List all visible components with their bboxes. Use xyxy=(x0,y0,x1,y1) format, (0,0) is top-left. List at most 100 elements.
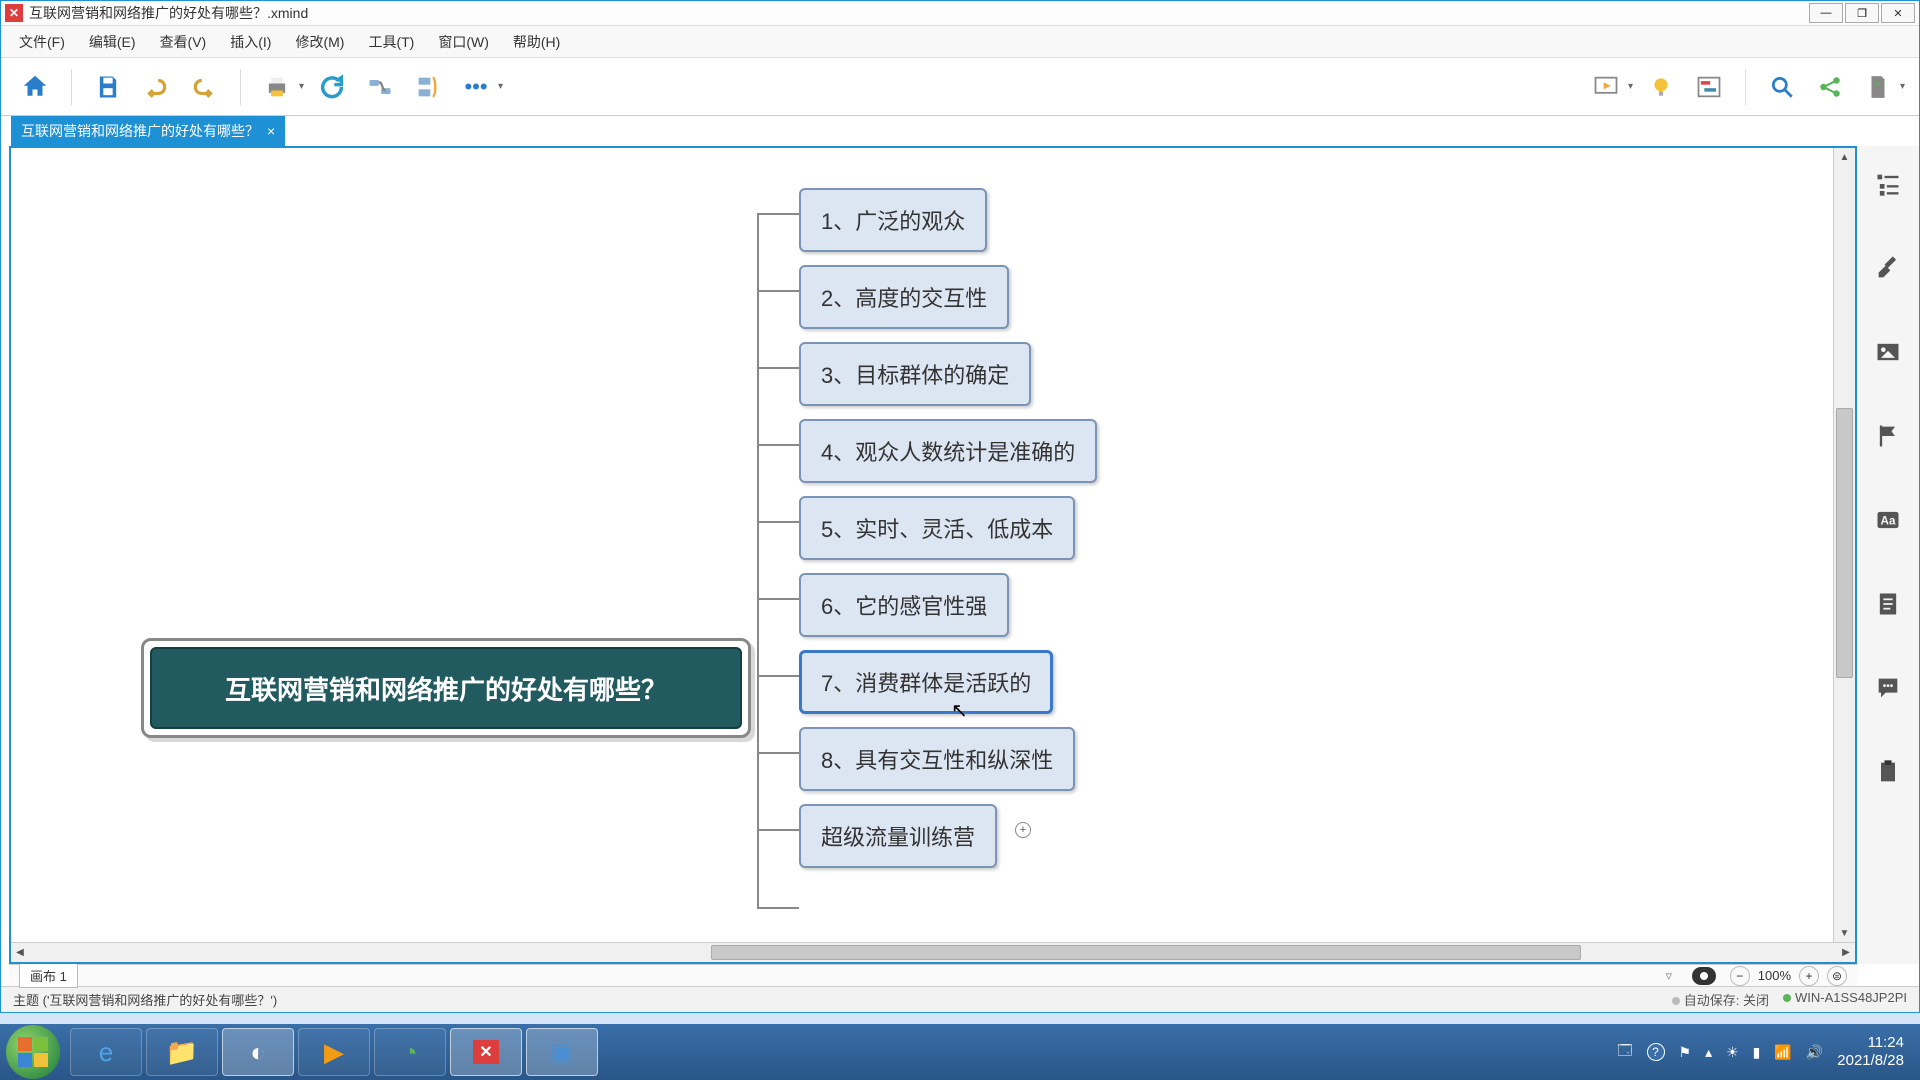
topic-label: 4、观众人数统计是准确的 xyxy=(821,440,1075,465)
undo-button[interactable] xyxy=(136,67,176,107)
menu-help[interactable]: 帮助(H) xyxy=(503,28,570,56)
search-button[interactable] xyxy=(1762,67,1802,107)
home-icon xyxy=(20,72,50,102)
undo-icon xyxy=(143,74,169,100)
central-topic[interactable]: 互联网营销和网络推广的好处有哪些？ xyxy=(141,638,751,738)
topic-node[interactable]: 6、它的感官性强 xyxy=(799,573,1009,637)
sheet-tab[interactable]: 画布 1 xyxy=(19,963,78,988)
menu-tools[interactable]: 工具(T) xyxy=(358,28,424,56)
font-icon: Aa xyxy=(1874,506,1902,534)
tray-work-icon[interactable]: 🗔 xyxy=(1617,1040,1632,1064)
tray-time: 11:24 xyxy=(1837,1034,1904,1052)
export-dropdown[interactable]: ▾ xyxy=(1858,67,1905,107)
zoom-value: 100% xyxy=(1758,968,1791,983)
boundary-icon xyxy=(414,73,442,101)
topic-node[interactable]: 5、实时、灵活、低成本 xyxy=(799,496,1075,560)
presentation-dropdown[interactable]: ▾ xyxy=(1586,67,1633,107)
home-button[interactable] xyxy=(15,67,55,107)
taskbar-xmind[interactable]: ✕ xyxy=(450,1028,522,1076)
tray-battery-icon[interactable]: ▮ xyxy=(1753,1044,1761,1061)
topic-node[interactable]: 超级流量训练营 xyxy=(799,804,997,868)
taskbar-browser[interactable]: ◐ xyxy=(222,1028,294,1076)
preview-toggle[interactable] xyxy=(1692,967,1716,985)
tray-help-icon[interactable]: ? xyxy=(1647,1043,1665,1061)
filter-icon[interactable]: ▿ xyxy=(1660,967,1678,985)
idea-button[interactable] xyxy=(1641,67,1681,107)
menu-modify[interactable]: 修改(M) xyxy=(285,28,354,56)
tray-up-icon[interactable]: ▴ xyxy=(1705,1044,1712,1061)
tray-flag-icon[interactable]: ⚑ xyxy=(1679,1044,1692,1061)
boundary-button[interactable] xyxy=(408,67,448,107)
autosave-status: 自动保存: 关闭 xyxy=(1672,990,1769,1009)
taskbar-explorer[interactable]: 📁 xyxy=(146,1028,218,1076)
menu-edit[interactable]: 编辑(E) xyxy=(79,28,146,56)
outline-panel-button[interactable] xyxy=(1870,166,1906,202)
tray-clock[interactable]: 11:24 2021/8/28 xyxy=(1837,1034,1904,1070)
chevron-down-icon: ▾ xyxy=(498,81,503,92)
menu-window[interactable]: 窗口(W) xyxy=(428,28,499,56)
close-button[interactable]: ✕ xyxy=(1881,3,1915,23)
minimize-button[interactable]: — xyxy=(1809,3,1843,23)
tray-volume-icon[interactable]: 🔊 xyxy=(1806,1044,1823,1061)
topic-node[interactable]: 4、观众人数统计是准确的 xyxy=(799,419,1097,483)
relationship-button[interactable] xyxy=(360,67,400,107)
document-tab[interactable]: 互联网营销和网络推广的好处有哪些？ × xyxy=(11,116,285,146)
topic-node[interactable]: 2、高度的交互性 xyxy=(799,265,1009,329)
outline-icon xyxy=(1874,170,1902,198)
maximize-button[interactable]: ❐ xyxy=(1845,3,1879,23)
relationship-icon xyxy=(366,73,394,101)
menu-insert[interactable]: 插入(I) xyxy=(220,28,281,56)
flag-icon xyxy=(1874,422,1902,450)
notes-panel-button[interactable] xyxy=(1870,586,1906,622)
topic-node[interactable]: 1、广泛的观众 xyxy=(799,188,987,252)
scroll-right-icon[interactable]: ▶ xyxy=(1837,943,1855,962)
scroll-thumb[interactable] xyxy=(711,945,1581,960)
menu-view[interactable]: 查看(V) xyxy=(150,28,217,56)
share-button[interactable] xyxy=(1810,67,1850,107)
zoom-in-button[interactable]: + xyxy=(1799,966,1819,986)
lightbulb-icon xyxy=(1648,74,1674,100)
topic-node[interactable]: 3、目标群体的确定 xyxy=(799,342,1031,406)
scroll-left-icon[interactable]: ◀ xyxy=(11,943,29,962)
scroll-down-icon[interactable]: ▼ xyxy=(1834,924,1855,942)
chat-app-icon: ◔ xyxy=(402,1037,418,1068)
vertical-scrollbar[interactable]: ▲ ▼ xyxy=(1833,148,1855,942)
print-dropdown[interactable]: ▾ xyxy=(257,67,304,107)
tray-weather-icon[interactable]: ☀ xyxy=(1726,1044,1739,1061)
start-button[interactable] xyxy=(6,1025,60,1079)
topic-label: 6、它的感官性强 xyxy=(821,594,987,619)
chevron-down-icon: ▾ xyxy=(1900,81,1905,92)
mindmap-canvas[interactable]: 互联网营销和网络推广的好处有哪些？ 1、广泛的观众 2、高度的交互性 3、目标群… xyxy=(11,148,1855,942)
marker-panel-button[interactable] xyxy=(1870,418,1906,454)
close-tab-icon[interactable]: × xyxy=(267,123,275,139)
taskbar-ie[interactable]: e xyxy=(70,1028,142,1076)
save-button[interactable] xyxy=(88,67,128,107)
dots-icon: ••• xyxy=(464,74,487,100)
zoom-out-button[interactable]: − xyxy=(1730,966,1750,986)
more-dropdown[interactable]: ••• ▾ xyxy=(456,67,503,107)
menu-file[interactable]: 文件(F) xyxy=(9,28,75,56)
tray-date: 2021/8/28 xyxy=(1837,1052,1904,1070)
redo-button[interactable] xyxy=(184,67,224,107)
task-panel-button[interactable] xyxy=(1870,754,1906,790)
gantt-button[interactable] xyxy=(1689,67,1729,107)
scroll-up-icon[interactable]: ▲ xyxy=(1834,148,1855,166)
refresh-button[interactable] xyxy=(312,67,352,107)
tray-network-icon[interactable]: 📶 xyxy=(1774,1044,1791,1061)
expand-collapse-icon[interactable]: + xyxy=(1015,822,1031,838)
taskbar-media[interactable]: ▶ xyxy=(298,1028,370,1076)
taskbar-chat[interactable]: ◔ xyxy=(374,1028,446,1076)
format-panel-button[interactable] xyxy=(1870,250,1906,286)
topic-node[interactable]: 8、具有交互性和纵深性 xyxy=(799,727,1075,791)
image-panel-button[interactable] xyxy=(1870,334,1906,370)
xmind-icon: ✕ xyxy=(473,1040,498,1064)
topic-node-selected[interactable]: 7、消费群体是活跃的 xyxy=(799,650,1053,714)
topic-label: 7、消费群体是活跃的 xyxy=(821,671,1031,696)
taskbar-zoom[interactable]: ▣ xyxy=(526,1028,598,1076)
scroll-thumb[interactable] xyxy=(1836,408,1853,678)
font-panel-button[interactable]: Aa xyxy=(1870,502,1906,538)
comments-panel-button[interactable] xyxy=(1870,670,1906,706)
horizontal-scrollbar[interactable]: ◀ ▶ xyxy=(11,942,1855,962)
central-topic-label: 互联网营销和网络推广的好处有哪些？ xyxy=(150,647,742,729)
zoom-fit-button[interactable]: ⊜ xyxy=(1827,966,1847,986)
